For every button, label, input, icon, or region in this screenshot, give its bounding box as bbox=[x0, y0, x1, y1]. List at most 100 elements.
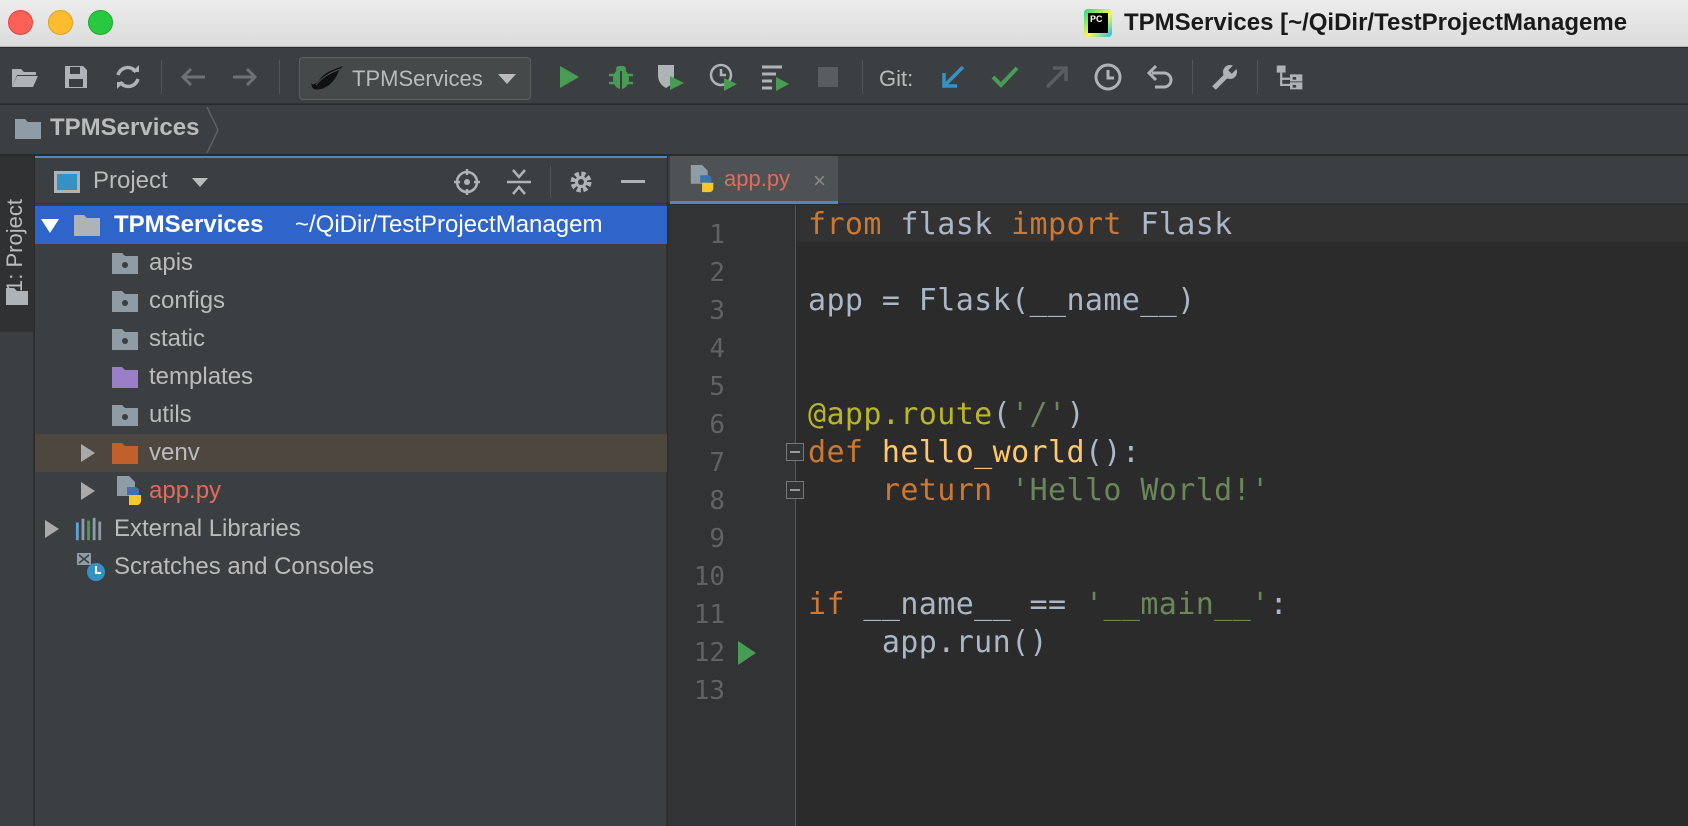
history-clock-icon[interactable] bbox=[1093, 62, 1123, 92]
tree-item-app-py[interactable]: app.py bbox=[35, 472, 667, 510]
git-commit-icon[interactable] bbox=[990, 62, 1020, 92]
keyword-token: if bbox=[808, 587, 845, 622]
tree-item-scratches[interactable]: Scratches and Consoles bbox=[35, 548, 667, 586]
chevron-right-icon[interactable] bbox=[81, 482, 95, 500]
folder-icon bbox=[74, 215, 100, 236]
code-line-3[interactable]: app = Flask(__name__) bbox=[808, 283, 1196, 318]
toolbar-separator bbox=[1257, 60, 1258, 94]
git-update-icon[interactable] bbox=[938, 62, 968, 92]
locate-file-icon[interactable] bbox=[453, 168, 481, 196]
package-folder-icon bbox=[112, 291, 138, 312]
pycharm-logo-icon: PC bbox=[1084, 9, 1112, 37]
stop-icon[interactable] bbox=[813, 62, 843, 92]
settings-wrench-icon[interactable] bbox=[1210, 62, 1240, 92]
run-gutter-icon[interactable] bbox=[738, 641, 756, 665]
toolbar-separator bbox=[862, 60, 863, 94]
project-structure-icon[interactable] bbox=[1275, 62, 1305, 92]
back-arrow-icon[interactable] bbox=[178, 62, 208, 92]
folder-icon bbox=[15, 119, 41, 139]
forward-arrow-icon[interactable] bbox=[230, 62, 260, 92]
run-configuration-dropdown[interactable]: TPMServices bbox=[299, 57, 531, 100]
collapse-all-icon[interactable] bbox=[505, 168, 533, 196]
line-number: 12 bbox=[693, 638, 725, 668]
line-number: 5 bbox=[709, 372, 725, 402]
tree-item-label: templates bbox=[149, 363, 254, 390]
project-tool-window-label: 1: Project bbox=[2, 199, 27, 292]
tree-item-label: venv bbox=[149, 439, 200, 466]
python-file-icon bbox=[690, 164, 714, 192]
debug-icon[interactable] bbox=[606, 62, 636, 92]
project-panel: Project TPMServices ~/QiDir/TestProjectM… bbox=[35, 156, 667, 826]
python-file-icon bbox=[117, 476, 141, 505]
code-line-11[interactable]: if __name__ == '__main__': bbox=[808, 587, 1288, 622]
code-line-8[interactable]: return 'Hello World!' bbox=[808, 473, 1270, 508]
profile-icon[interactable] bbox=[708, 62, 738, 92]
line-number: 6 bbox=[709, 410, 725, 440]
run-with-coverage-icon[interactable] bbox=[656, 62, 686, 92]
library-icon bbox=[75, 517, 102, 541]
excluded-folder-icon bbox=[112, 443, 138, 464]
indent-token bbox=[808, 473, 882, 508]
tree-item-venv[interactable]: venv bbox=[35, 434, 667, 472]
tree-item-templates[interactable]: templates bbox=[35, 358, 667, 396]
tree-item-external-libraries[interactable]: External Libraries bbox=[35, 510, 667, 548]
flask-icon bbox=[311, 65, 343, 89]
code-token: flask bbox=[881, 207, 1012, 242]
tree-item-label: Scratches and Consoles bbox=[114, 553, 375, 580]
tree-item-apis[interactable]: apis bbox=[35, 244, 667, 282]
keyword-token: from bbox=[808, 207, 882, 242]
package-folder-icon bbox=[112, 329, 138, 350]
decorator-token: @app.route bbox=[808, 397, 993, 432]
chevron-right-icon[interactable] bbox=[45, 520, 59, 538]
keyword-token: def bbox=[808, 435, 864, 470]
window-title-group: PC TPMServices [~/QiDir/TestProjectManag… bbox=[1084, 8, 1627, 38]
package-folder-icon bbox=[112, 253, 138, 274]
hide-panel-icon[interactable] bbox=[619, 168, 647, 196]
tree-root-project[interactable]: TPMServices ~/QiDir/TestProjectManagem bbox=[35, 206, 667, 244]
chevron-down-icon bbox=[498, 74, 516, 84]
git-label: Git: bbox=[879, 66, 914, 91]
tab-app-py[interactable]: app.py × bbox=[670, 156, 838, 204]
code-token: ( bbox=[992, 397, 1012, 432]
chevron-right-icon[interactable] bbox=[81, 444, 95, 462]
code-line-1[interactable]: from flask import Flask bbox=[808, 207, 1233, 242]
project-view-icon bbox=[53, 168, 81, 196]
string-token: 'Hello World!' bbox=[992, 473, 1270, 508]
tree-item-utils[interactable]: utils bbox=[35, 396, 667, 434]
breadcrumb-project[interactable]: TPMServices bbox=[14, 114, 199, 142]
chevron-down-icon[interactable] bbox=[41, 219, 59, 233]
code-token: ) bbox=[1066, 397, 1085, 432]
code-line-7[interactable]: def hello_world(): bbox=[808, 435, 1140, 470]
line-number: 2 bbox=[709, 258, 725, 288]
fold-marker-icon[interactable] bbox=[786, 481, 804, 499]
close-icon[interactable]: × bbox=[813, 168, 826, 194]
sync-icon[interactable] bbox=[113, 62, 143, 92]
keyword-token: import bbox=[1011, 207, 1122, 242]
project-panel-title[interactable]: Project bbox=[93, 167, 168, 195]
tree-item-static[interactable]: static bbox=[35, 320, 667, 358]
close-window-button[interactable] bbox=[8, 10, 33, 35]
tree-item-label: External Libraries bbox=[114, 515, 301, 542]
code-line-6[interactable]: @app.route('/') bbox=[808, 397, 1085, 432]
line-number: 9 bbox=[709, 524, 725, 554]
breadcrumb-separator-icon bbox=[206, 106, 219, 154]
code-line-12[interactable]: app.run() bbox=[808, 625, 1048, 660]
save-icon[interactable] bbox=[61, 62, 91, 92]
tree-root-name: TPMServices bbox=[114, 211, 264, 238]
chevron-down-icon[interactable] bbox=[192, 178, 208, 187]
line-number: 10 bbox=[693, 562, 725, 592]
gear-icon[interactable] bbox=[567, 168, 595, 196]
tree-item-configs[interactable]: configs bbox=[35, 282, 667, 320]
fold-marker-icon[interactable] bbox=[786, 443, 804, 461]
minimize-window-button[interactable] bbox=[48, 10, 73, 35]
tree-item-label: app.py bbox=[149, 477, 222, 504]
toolbar-separator bbox=[1192, 60, 1193, 94]
breadcrumb-label: TPMServices bbox=[50, 114, 200, 141]
run-icon[interactable] bbox=[554, 62, 584, 92]
open-folder-icon[interactable] bbox=[10, 62, 40, 92]
tab-label: app.py bbox=[724, 165, 791, 191]
zoom-window-button[interactable] bbox=[88, 10, 113, 35]
rollback-icon[interactable] bbox=[1145, 62, 1175, 92]
git-push-icon[interactable] bbox=[1042, 62, 1072, 92]
run-concurrency-icon[interactable] bbox=[760, 62, 790, 92]
